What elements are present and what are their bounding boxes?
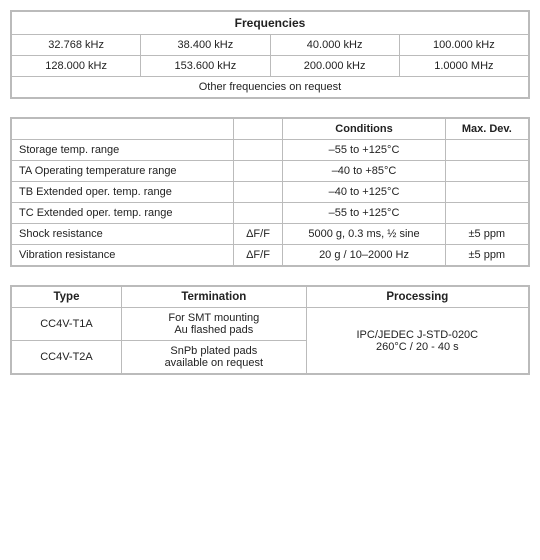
condition-label: Shock resistance bbox=[12, 224, 234, 245]
condition-value: –55 to +125°C bbox=[283, 140, 445, 161]
conditions-delta-header bbox=[233, 119, 283, 140]
termination-col-header: Termination bbox=[121, 287, 306, 308]
condition-label: Storage temp. range bbox=[12, 140, 234, 161]
condition-label: Vibration resistance bbox=[12, 245, 234, 266]
freq-cell: 153.600 kHz bbox=[141, 56, 270, 77]
types-section: Type Termination Processing CC4V-T1AFor … bbox=[10, 285, 530, 375]
frequencies-note: Other frequencies on request bbox=[12, 77, 529, 98]
freq-cell: 40.000 kHz bbox=[270, 35, 399, 56]
condition-delta bbox=[233, 182, 283, 203]
termination-value: SnPb plated padsavailable on request bbox=[121, 341, 306, 374]
types-table: Type Termination Processing CC4V-T1AFor … bbox=[11, 286, 529, 374]
freq-cell: 100.000 kHz bbox=[399, 35, 528, 56]
conditions-maxdev-header: Max. Dev. bbox=[445, 119, 528, 140]
condition-delta: ΔF/F bbox=[233, 245, 283, 266]
type-value: CC4V-T2A bbox=[12, 341, 122, 374]
condition-maxdev bbox=[445, 203, 528, 224]
condition-delta bbox=[233, 203, 283, 224]
condition-value: 5000 g, 0.3 ms, ½ sine bbox=[283, 224, 445, 245]
frequencies-section: Frequencies 32.768 kHz38.400 kHz40.000 k… bbox=[10, 10, 530, 99]
condition-maxdev bbox=[445, 182, 528, 203]
termination-value: For SMT mountingAu flashed pads bbox=[121, 308, 306, 341]
condition-delta: ΔF/F bbox=[233, 224, 283, 245]
condition-delta bbox=[233, 140, 283, 161]
condition-value: –40 to +125°C bbox=[283, 182, 445, 203]
condition-value: 20 g / 10–2000 Hz bbox=[283, 245, 445, 266]
freq-cell: 200.000 kHz bbox=[270, 56, 399, 77]
condition-value: –40 to +85°C bbox=[283, 161, 445, 182]
condition-maxdev: ±5 ppm bbox=[445, 245, 528, 266]
freq-cell: 32.768 kHz bbox=[12, 35, 141, 56]
condition-label: TC Extended oper. temp. range bbox=[12, 203, 234, 224]
conditions-table: Conditions Max. Dev. Storage temp. range… bbox=[11, 118, 529, 266]
type-value: CC4V-T1A bbox=[12, 308, 122, 341]
conditions-label-header bbox=[12, 119, 234, 140]
processing-value: IPC/JEDEC J-STD-020C260°C / 20 - 40 s bbox=[306, 308, 528, 374]
condition-delta bbox=[233, 161, 283, 182]
condition-maxdev: ±5 ppm bbox=[445, 224, 528, 245]
freq-cell: 38.400 kHz bbox=[141, 35, 270, 56]
freq-cell: 128.000 kHz bbox=[12, 56, 141, 77]
type-col-header: Type bbox=[12, 287, 122, 308]
processing-col-header: Processing bbox=[306, 287, 528, 308]
condition-maxdev bbox=[445, 140, 528, 161]
conditions-col-header: Conditions bbox=[283, 119, 445, 140]
condition-value: –55 to +125°C bbox=[283, 203, 445, 224]
frequencies-title: Frequencies bbox=[12, 12, 529, 35]
table-row: CC4V-T1AFor SMT mountingAu flashed padsI… bbox=[12, 308, 529, 341]
condition-maxdev bbox=[445, 161, 528, 182]
condition-label: TA Operating temperature range bbox=[12, 161, 234, 182]
freq-cell: 1.0000 MHz bbox=[399, 56, 528, 77]
frequencies-table: Frequencies 32.768 kHz38.400 kHz40.000 k… bbox=[11, 11, 529, 98]
conditions-section: Conditions Max. Dev. Storage temp. range… bbox=[10, 117, 530, 267]
condition-label: TB Extended oper. temp. range bbox=[12, 182, 234, 203]
